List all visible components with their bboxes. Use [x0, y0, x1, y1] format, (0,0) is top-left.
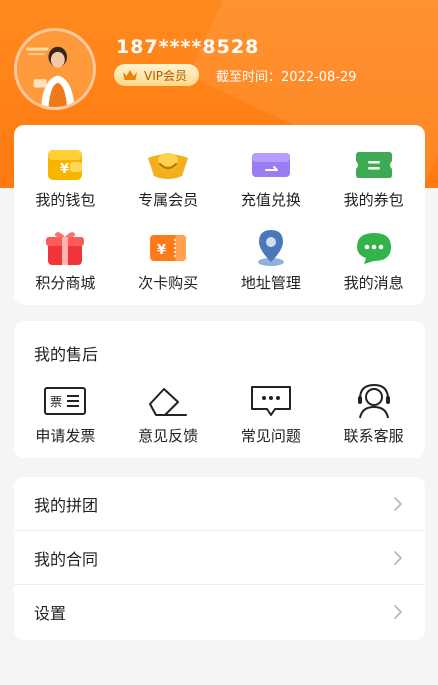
card-exchange-icon — [251, 153, 290, 177]
after-sales-grid: 票 申请发票 意见反馈 常见问题 联系客服 — [14, 365, 425, 446]
menu-item-messages[interactable]: 我的消息 — [322, 228, 425, 293]
chevron-right-icon — [394, 605, 402, 619]
coupon-icon — [355, 152, 392, 178]
menu-item-label: 地址管理 — [240, 274, 301, 292]
menu-item-label: 充值兑换 — [240, 191, 301, 209]
expiry-label: 截至时间： — [216, 70, 282, 85]
after-sales-label: 意见反馈 — [138, 427, 199, 445]
menu-item-points-mall[interactable]: 积分商城 — [14, 228, 117, 293]
list-item-group-buy[interactable]: 我的拼团 — [14, 477, 425, 531]
chevron-right-icon — [394, 496, 402, 511]
after-sales-card: 我的售后 票 申请发票 意见反馈 常见问题 联系客服 — [14, 321, 425, 458]
list-item-label: 我的合同 — [34, 549, 99, 569]
vip-badge[interactable]: VIP会员 — [114, 64, 199, 86]
quick-menu-grid: ¥ 我的钱包 专属会员 充值兑换 我的券包 积分商城 ¥ 次卡购买 地址管理 我… — [14, 125, 425, 293]
after-sales-label: 申请发票 — [35, 427, 96, 445]
crown-icon — [123, 70, 137, 80]
svg-text:¥: ¥ — [60, 162, 69, 177]
list-item-label: 设置 — [34, 604, 67, 623]
gift-box-icon — [46, 232, 85, 265]
invoice-icon: 票 — [44, 387, 87, 415]
avatar-image — [17, 31, 93, 107]
user-phone: 187****8528 — [116, 36, 260, 58]
after-sales-customer-service[interactable]: 联系客服 — [322, 381, 425, 446]
menu-item-label: 我的消息 — [343, 274, 404, 292]
after-sales-invoice[interactable]: 票 申请发票 — [14, 381, 117, 446]
menu-item-vip[interactable]: 专属会员 — [117, 145, 220, 210]
svg-text:¥: ¥ — [157, 243, 166, 258]
menu-item-label: 我的钱包 — [35, 191, 96, 209]
menu-item-wallet[interactable]: ¥ 我的钱包 — [14, 145, 117, 210]
ticket-card-icon: ¥ — [150, 235, 187, 261]
vip-expiry: 截至时间：2022-08-29 — [216, 66, 357, 85]
invoice-glyph: 票 — [50, 395, 62, 409]
gold-ingot-icon — [148, 153, 189, 179]
chevron-right-icon — [394, 550, 402, 565]
wallet-icon: ¥ — [48, 150, 83, 180]
vip-label: VIP会员 — [144, 68, 187, 83]
quick-menu-card: ¥ 我的钱包 专属会员 充值兑换 我的券包 积分商城 ¥ 次卡购买 地址管理 我… — [14, 125, 425, 305]
after-sales-label: 常见问题 — [240, 427, 301, 445]
menu-item-card-purchase[interactable]: ¥ 次卡购买 — [117, 228, 220, 293]
message-bubble-icon — [356, 233, 391, 264]
eraser-feedback-icon — [149, 388, 188, 416]
customer-service-icon — [357, 383, 390, 419]
menu-list-card: 我的拼团 我的合同 设置 — [14, 477, 425, 640]
after-sales-title: 我的售后 — [34, 345, 99, 364]
menu-item-recharge[interactable]: 充值兑换 — [220, 145, 323, 210]
after-sales-label: 联系客服 — [343, 427, 404, 445]
menu-item-label: 积分商城 — [35, 274, 96, 292]
menu-item-label: 我的券包 — [343, 191, 404, 209]
list-item-label: 我的拼团 — [34, 495, 99, 515]
after-sales-faq[interactable]: 常见问题 — [220, 381, 323, 446]
menu-item-label: 次卡购买 — [138, 274, 199, 292]
list-item-contracts[interactable]: 我的合同 — [14, 531, 425, 585]
expiry-date: 2022-08-29 — [281, 70, 357, 85]
menu-item-coupons[interactable]: 我的券包 — [322, 145, 425, 210]
menu-item-label: 专属会员 — [138, 191, 199, 209]
location-pin-icon — [257, 230, 284, 266]
list-item-settings[interactable]: 设置 — [14, 585, 425, 639]
menu-item-address[interactable]: 地址管理 — [220, 228, 323, 293]
faq-chat-icon — [250, 386, 291, 416]
after-sales-feedback[interactable]: 意见反馈 — [117, 381, 220, 446]
avatar[interactable] — [14, 28, 96, 110]
